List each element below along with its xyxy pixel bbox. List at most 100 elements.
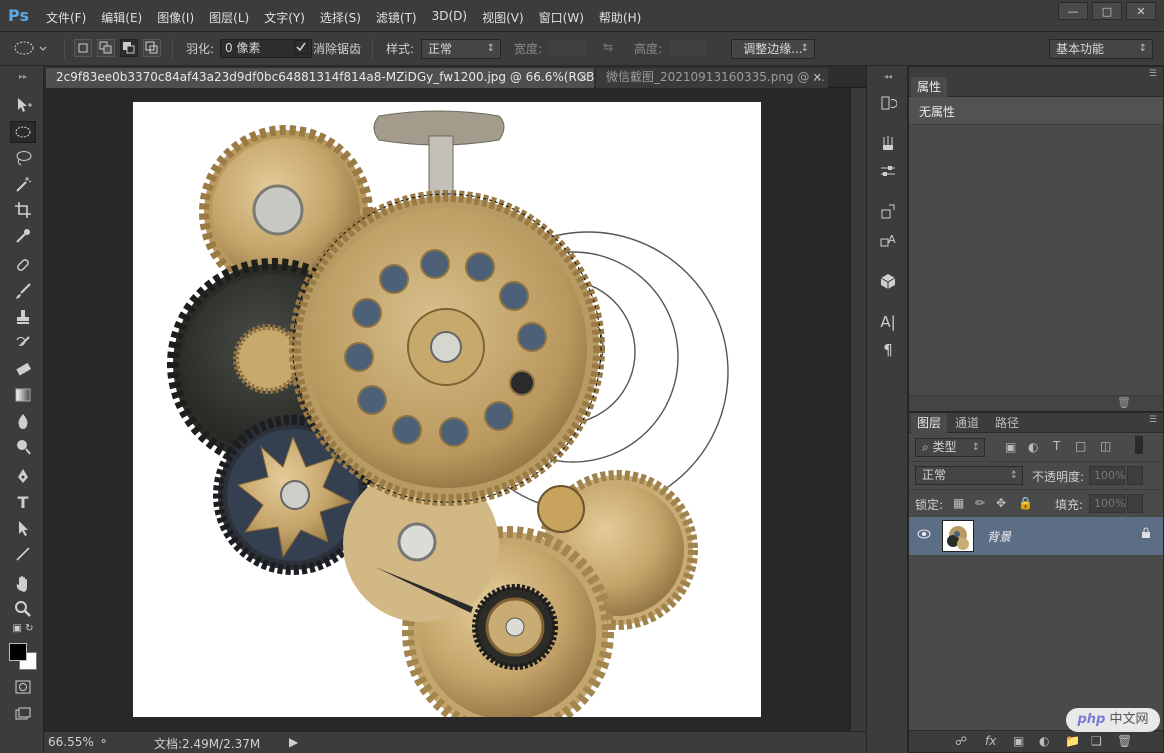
move-tool-icon[interactable] (10, 94, 36, 116)
quick-mask-icon[interactable] (10, 676, 36, 698)
gradient-tool-icon[interactable] (10, 384, 36, 406)
ellipse-marquee-tool-icon[interactable] (10, 121, 36, 143)
new-group-icon[interactable]: 📁 (1065, 734, 1080, 748)
workspace-select[interactable]: 基本功能 (1049, 39, 1153, 59)
clone-stamp-tool-icon[interactable] (10, 306, 36, 328)
menu-layer[interactable]: 图层(L) (209, 9, 249, 26)
menu-file[interactable]: 文件(F) (46, 9, 86, 26)
lock-all-icon[interactable]: 🔒 (1018, 496, 1033, 510)
visibility-eye-icon[interactable] (917, 528, 931, 540)
canvas-area[interactable] (44, 88, 850, 731)
document-tab-inactive[interactable]: 微信截图_20210913160335.png @ ... ✕ (596, 68, 828, 88)
foreground-color-swatch[interactable] (9, 643, 27, 661)
path-selection-tool-icon[interactable] (10, 517, 36, 539)
antialias-checkbox[interactable] (294, 40, 308, 54)
3d-panel-icon[interactable] (877, 271, 899, 291)
pen-tool-icon[interactable] (10, 465, 36, 487)
zoom-tool-icon[interactable] (10, 598, 36, 620)
menu-help[interactable]: 帮助(H) (599, 9, 641, 26)
line-tool-icon[interactable] (10, 543, 36, 565)
vertical-scrollbar[interactable] (850, 88, 866, 731)
status-menu-arrow-icon[interactable]: ▶ (289, 735, 298, 749)
width-input[interactable] (547, 39, 587, 58)
close-tab-icon[interactable]: ✕ (579, 68, 588, 87)
magic-wand-tool-icon[interactable] (10, 173, 36, 195)
hand-tool-icon[interactable] (10, 572, 36, 594)
link-layers-icon[interactable]: ☍ (955, 734, 967, 748)
menu-filter[interactable]: 滤镜(T) (376, 9, 417, 26)
filter-smart-object-icon[interactable]: ◫ (1100, 439, 1111, 453)
screen-mode-icon[interactable] (10, 703, 36, 725)
clone-source-icon[interactable] (877, 202, 899, 222)
brush-tool-icon[interactable] (10, 280, 36, 302)
menu-image[interactable]: 图像(I) (157, 9, 194, 26)
default-colors-icon[interactable]: ▣ ↻ (10, 622, 36, 634)
tab-properties[interactable]: 属性 (911, 77, 948, 97)
tab-paths[interactable]: 路径 (989, 413, 1025, 433)
paragraph-panel-icon[interactable]: ¶ (877, 340, 899, 360)
style-select[interactable]: 正常 (421, 39, 501, 59)
tool-preset-picker[interactable] (10, 37, 50, 62)
layer-name[interactable]: 背景 (987, 528, 1011, 545)
dodge-tool-icon[interactable] (10, 436, 36, 458)
menu-view[interactable]: 视图(V) (482, 9, 524, 26)
history-brush-tool-icon[interactable] (10, 332, 36, 354)
document-canvas[interactable] (133, 102, 761, 717)
maximize-button[interactable]: □ (1092, 2, 1122, 20)
lock-position-icon[interactable]: ✥ (996, 496, 1006, 510)
menu-select[interactable]: 选择(S) (320, 9, 361, 26)
menu-window[interactable]: 窗口(W) (539, 9, 584, 26)
swap-icon[interactable]: ⇆ (603, 40, 613, 54)
lasso-tool-icon[interactable] (10, 147, 36, 169)
document-tab-active[interactable]: 2c9f83ee0b3370c84af43a23d9df0bc64881314f… (46, 68, 594, 88)
character-styles-icon[interactable]: A (877, 230, 899, 250)
menu-3d[interactable]: 3D(D) (432, 9, 467, 26)
filter-type-icon[interactable]: T (1053, 439, 1060, 453)
adjustment-layer-icon[interactable]: ◐ (1039, 734, 1049, 748)
fill-input[interactable]: 100% (1089, 494, 1125, 513)
blend-mode-select[interactable]: 正常 (915, 466, 1023, 485)
close-tab-icon[interactable]: ✕ (813, 68, 822, 87)
eyedropper-tool-icon[interactable] (10, 225, 36, 247)
refine-edge-button[interactable]: 调整边缘... (731, 39, 815, 59)
history-panel-icon[interactable] (877, 93, 899, 113)
new-layer-icon[interactable]: ❏ (1091, 734, 1102, 748)
tab-channels[interactable]: 通道 (949, 413, 985, 433)
layer-row-background[interactable]: 背景 (909, 517, 1163, 555)
opacity-input[interactable]: 100% (1089, 466, 1125, 485)
filter-adjustment-icon[interactable]: ◐ (1028, 440, 1038, 454)
brush-presets-icon[interactable] (877, 133, 899, 153)
add-mask-icon[interactable]: ▣ (1013, 734, 1024, 748)
layer-style-icon[interactable]: fx (985, 734, 996, 748)
healing-brush-tool-icon[interactable] (10, 254, 36, 276)
trash-icon[interactable]: 🗑 (1117, 396, 1131, 409)
tab-layers[interactable]: 图层 (911, 413, 948, 433)
new-selection-button[interactable] (74, 39, 92, 57)
add-to-selection-button[interactable] (97, 39, 115, 57)
close-button[interactable]: ✕ (1126, 2, 1156, 20)
eraser-tool-icon[interactable] (10, 358, 36, 380)
filter-toggle[interactable] (1135, 436, 1143, 454)
filter-pixel-icon[interactable]: ▣ (1005, 440, 1016, 454)
layer-lock-icon[interactable] (1141, 527, 1151, 542)
menu-edit[interactable]: 编辑(E) (101, 9, 142, 26)
lock-image-icon[interactable]: ✏ (975, 496, 985, 510)
height-input[interactable] (668, 39, 708, 58)
adjustments-icon[interactable] (877, 161, 899, 181)
strip-collapse-icon[interactable]: ◂◂ (877, 72, 899, 81)
fill-dropdown[interactable] (1127, 494, 1143, 513)
type-tool-icon[interactable]: T (10, 491, 36, 513)
filter-shape-icon[interactable]: □ (1075, 439, 1086, 453)
panel-menu-icon[interactable]: ☰ (1149, 69, 1157, 79)
zoom-level[interactable]: 66.55% (48, 735, 94, 749)
status-info-icon[interactable]: ⚬ (99, 735, 108, 748)
character-panel-icon[interactable]: A| (877, 312, 899, 332)
blur-tool-icon[interactable] (10, 410, 36, 432)
toolbox-collapse-icon[interactable]: ▸▸ (10, 72, 36, 81)
layer-filter-select[interactable]: ⌕ 类型 (915, 438, 985, 457)
opacity-dropdown[interactable] (1127, 466, 1143, 485)
minimize-button[interactable]: — (1058, 2, 1088, 20)
delete-layer-icon[interactable]: 🗑 (1117, 734, 1132, 748)
subtract-selection-button[interactable] (120, 39, 138, 57)
lock-transparent-icon[interactable]: ▦ (953, 496, 964, 510)
